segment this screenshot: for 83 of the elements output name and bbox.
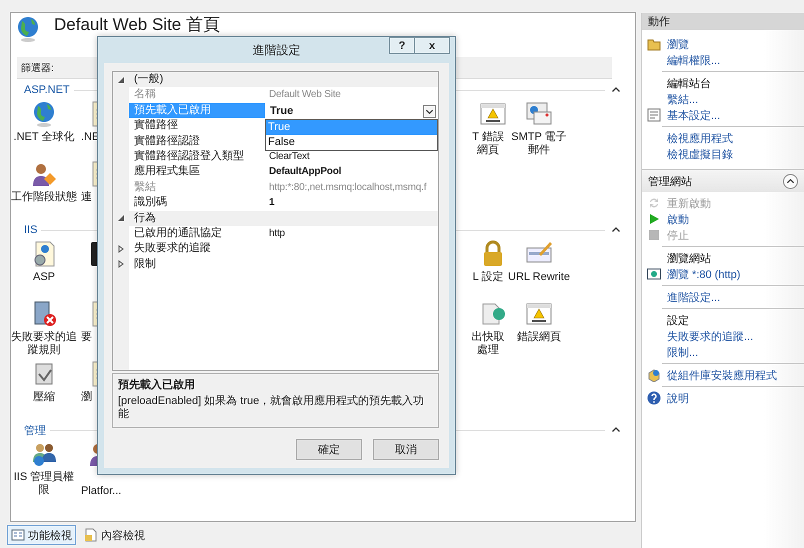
- feature-label[interactable]: 瀏: [81, 391, 92, 404]
- property-value: http: [269, 228, 285, 239]
- collapse-arrow-icon[interactable]: [117, 214, 125, 222]
- section-header: 管理網站: [648, 174, 692, 188]
- property-name[interactable]: 識別碼: [129, 195, 265, 211]
- form-icon: [647, 108, 661, 122]
- folder-icon: [647, 37, 661, 51]
- feature-label[interactable]: 要: [81, 331, 92, 344]
- expand-arrow-icon[interactable]: [117, 244, 125, 253]
- collapse-button[interactable]: [783, 174, 798, 188]
- category-label: 行為: [129, 210, 438, 226]
- action-link[interactable]: 檢視應用程式: [667, 130, 733, 146]
- feature-label[interactable]: 錯誤網頁: [517, 331, 561, 344]
- refresh-icon: [647, 196, 661, 210]
- action-link[interactable]: 編輯權限...: [667, 52, 720, 68]
- action-heading: 設定: [667, 314, 689, 328]
- action-link[interactable]: 檢視虛擬目錄: [667, 146, 733, 162]
- category-label: (一般): [129, 72, 438, 88]
- action-link[interactable]: 失敗要求的追蹤...: [667, 328, 754, 344]
- ok-button[interactable]: 確定: [296, 439, 362, 460]
- play-icon: [647, 212, 661, 226]
- feature-label[interactable]: .NET 全球化: [14, 131, 74, 144]
- help-icon: [647, 391, 661, 405]
- feature-label[interactable]: IIS 管理員權限: [11, 471, 77, 497]
- grid-icon: [11, 528, 25, 542]
- group-header: IIS: [23, 224, 38, 236]
- feature-label[interactable]: L 設定: [469, 271, 507, 284]
- dropdown-button[interactable]: [423, 104, 436, 118]
- property-value: Default Web Site: [269, 89, 341, 100]
- property-name[interactable]: 實體路徑認證登入類型: [129, 148, 265, 164]
- feature-label[interactable]: Platfor...: [81, 485, 122, 498]
- action-link[interactable]: 瀏覽: [667, 36, 689, 52]
- property-name[interactable]: 限制: [129, 256, 265, 272]
- feature-label[interactable]: 壓縮: [33, 391, 55, 404]
- feature-label[interactable]: ASP: [32, 271, 55, 284]
- feature-view-tab[interactable]: 功能檢視: [7, 525, 76, 545]
- content-view-tab[interactable]: 內容檢視: [80, 525, 149, 545]
- action-heading: 瀏覽網站: [667, 252, 711, 266]
- feature-label[interactable]: URL Rewrite: [508, 271, 570, 284]
- action-link[interactable]: 從組件庫安裝應用程式: [667, 368, 777, 382]
- feature-label[interactable]: 連: [81, 191, 92, 204]
- action-link[interactable]: 基本設定...: [667, 108, 720, 122]
- action-heading: 編輯站台: [667, 76, 711, 90]
- action-link[interactable]: 說明: [667, 390, 689, 406]
- dropdown-option[interactable]: False: [266, 134, 437, 150]
- expand-arrow-icon[interactable]: [117, 260, 125, 268]
- group-header: ASP.NET: [23, 84, 71, 96]
- stop-icon: [647, 228, 661, 242]
- property-name[interactable]: 已啟用的通訊協定: [129, 226, 265, 242]
- feature-label[interactable]: 出快取處理: [469, 331, 507, 357]
- property-name[interactable]: 實體路徑認證: [129, 134, 265, 149]
- document-icon: [84, 528, 98, 542]
- property-value: http:*:80:,net.msmq:localhost,msmq.f: [269, 182, 426, 193]
- close-button[interactable]: x: [415, 37, 450, 54]
- feature-label[interactable]: SMTP 電子郵件: [507, 131, 571, 157]
- action-link[interactable]: 瀏覽 *:80 (http): [667, 266, 740, 282]
- filter-label: 篩選器:: [20, 62, 54, 74]
- action-link[interactable]: 限制...: [667, 344, 698, 360]
- description-title: 預先載入已啟用: [118, 378, 196, 392]
- cancel-button[interactable]: 取消: [373, 439, 439, 460]
- property-name[interactable]: 實體路徑: [129, 118, 265, 134]
- action-link[interactable]: 進階設定...: [667, 290, 720, 304]
- description-text: [preloadEnabled] 如果為 true，就會啟用應用程式的預先載入功能: [118, 395, 426, 421]
- group-header: 管理: [23, 424, 47, 438]
- feature-label[interactable]: 工作階段狀態: [11, 191, 77, 204]
- help-button[interactable]: ?: [389, 37, 415, 54]
- browser-icon: [647, 267, 661, 281]
- chevron-up-icon: [786, 176, 795, 186]
- action-link[interactable]: 繫結...: [667, 92, 698, 106]
- dialog-title: 進階設定: [252, 42, 300, 58]
- pane-header: 動作: [642, 13, 804, 30]
- action-link[interactable]: 啟動: [667, 212, 689, 226]
- feature-label[interactable]: T 錯誤網頁: [469, 131, 507, 157]
- page-title: Default Web Site 首頁: [54, 15, 220, 35]
- property-value: ClearText: [269, 150, 310, 162]
- package-icon: [647, 368, 661, 382]
- property-name[interactable]: 失敗要求的追蹤: [129, 241, 265, 257]
- property-value: 1: [269, 197, 274, 208]
- property-name[interactable]: 應用程式集區: [129, 164, 265, 180]
- collapse-arrow-icon[interactable]: [117, 76, 125, 84]
- property-value: DefaultAppPool: [269, 166, 342, 178]
- feature-label[interactable]: 失敗要求的追蹤規則: [11, 331, 77, 357]
- chevron-down-icon: [425, 106, 434, 116]
